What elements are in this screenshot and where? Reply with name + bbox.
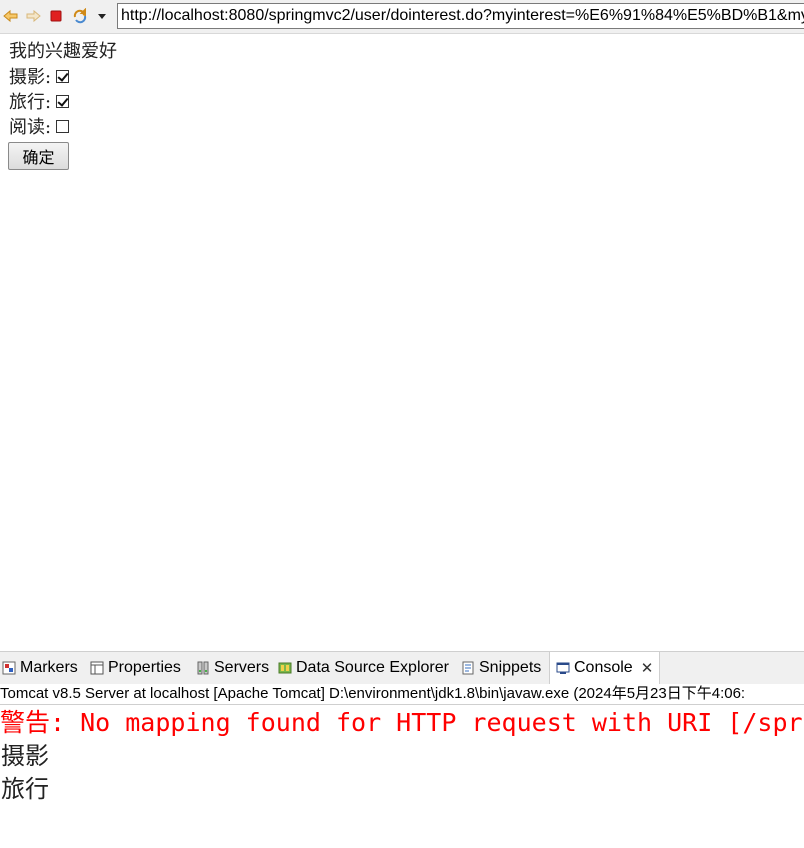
refresh-icon[interactable]: [72, 8, 88, 24]
tab-label: Snippets: [479, 659, 542, 676]
interest-form: 我的兴趣爱好 摄影: 旅行: 阅读:: [9, 39, 117, 140]
servers-icon: [196, 661, 210, 675]
console-output[interactable]: 警告: No mapping found for HTTP request wi…: [0, 706, 804, 848]
view-tabs: Markers Properties Servers Data Source E…: [0, 651, 804, 684]
back-arrow-icon[interactable]: [3, 8, 19, 24]
database-icon: [278, 661, 292, 675]
photography-checkbox[interactable]: [56, 70, 70, 83]
submit-button[interactable]: 确定: [8, 142, 69, 170]
tab-data-source-explorer[interactable]: Data Source Explorer: [278, 652, 449, 684]
console-line: 旅行: [1, 775, 49, 803]
url-input[interactable]: http://localhost:8080/springmvc2/user/do…: [117, 3, 804, 29]
reading-checkbox[interactable]: [56, 120, 70, 133]
tab-markers[interactable]: Markers: [2, 652, 78, 684]
tab-label: Console: [574, 659, 633, 676]
console-process-label: Tomcat v8.5 Server at localhost [Apache …: [0, 684, 804, 705]
forward-arrow-icon[interactable]: [25, 8, 41, 24]
option-row: 摄影:: [9, 65, 117, 90]
console-line: 摄影: [1, 742, 49, 770]
browser-toolbar: http://localhost:8080/springmvc2/user/do…: [0, 0, 804, 34]
option-label: 阅读:: [9, 117, 52, 138]
console-icon: [556, 661, 570, 675]
travel-checkbox[interactable]: [56, 95, 70, 108]
tab-label: Data Source Explorer: [296, 659, 449, 676]
option-row: 阅读:: [9, 115, 117, 140]
tab-properties[interactable]: Properties: [90, 652, 181, 684]
close-icon[interactable]: ✕: [641, 659, 654, 677]
chevron-down-icon[interactable]: [94, 8, 110, 24]
tab-console[interactable]: Console ✕: [549, 652, 661, 684]
markers-icon: [2, 661, 16, 675]
snippets-icon: [461, 661, 475, 675]
properties-icon: [90, 661, 104, 675]
stop-icon[interactable]: [48, 8, 64, 24]
console-warning-line: 警告: No mapping found for HTTP request wi…: [0, 708, 804, 737]
option-label: 摄影:: [9, 67, 52, 88]
option-row: 旅行:: [9, 90, 117, 115]
tab-label: Markers: [20, 659, 78, 676]
tab-label: Servers: [214, 659, 270, 676]
tab-label: Properties: [108, 659, 181, 676]
form-title: 我的兴趣爱好: [9, 41, 117, 62]
option-label: 旅行:: [9, 92, 52, 113]
tab-servers[interactable]: Servers: [196, 652, 269, 684]
tab-snippets[interactable]: Snippets: [461, 652, 541, 684]
